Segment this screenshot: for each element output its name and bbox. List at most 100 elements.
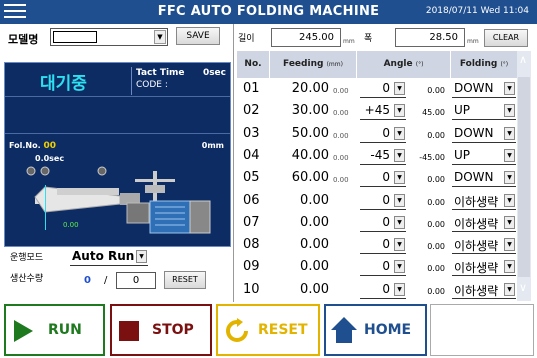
angle-select[interactable]: 0 ▼	[360, 214, 406, 232]
angle-value: 0	[382, 281, 390, 296]
feeding-value[interactable]: 20.00	[279, 81, 329, 96]
chevron-down-icon[interactable]: ▼	[504, 126, 515, 140]
chevron-down-icon[interactable]: ▼	[394, 238, 405, 252]
chevron-down-icon[interactable]: ▼	[394, 260, 405, 274]
home-button[interactable]: HOME	[324, 304, 427, 356]
divider	[5, 133, 230, 134]
chevron-down-icon[interactable]: ▼	[394, 82, 405, 95]
model-value	[53, 31, 97, 43]
count-target-input[interactable]: 0	[116, 272, 156, 289]
chevron-down-icon[interactable]: ▼	[394, 148, 405, 162]
folding-select[interactable]: UP ▼	[452, 147, 516, 165]
angle-sub-value: 0.00	[427, 197, 445, 207]
chevron-down-icon[interactable]: ▼	[504, 171, 515, 185]
table-row: 05 60.00 0.00 0 ▼ 0.00 DOWN ▼	[237, 167, 517, 190]
table-row: 02 30.00 0.00 +45 ▼ 45.00 UP ▼	[237, 100, 517, 123]
model-select[interactable]: ▼	[50, 28, 168, 46]
chevron-down-icon[interactable]: ▼	[394, 104, 405, 118]
folding-select[interactable]: DOWN ▼	[452, 125, 516, 143]
divider	[233, 24, 234, 302]
angle-sub-value: 0.00	[427, 242, 445, 252]
tact-time-value: 0sec	[202, 68, 226, 78]
folding-select[interactable]: 이하생략 ▼	[452, 214, 516, 232]
chevron-down-icon[interactable]: ▼	[154, 30, 166, 44]
feeding-value[interactable]: 0.00	[279, 282, 329, 297]
angle-select[interactable]: 0 ▼	[360, 192, 406, 210]
angle-sub-value: 45.00	[422, 108, 445, 118]
folding-value: DOWN	[454, 170, 494, 185]
angle-select[interactable]: 0 ▼	[360, 281, 406, 299]
table-row: 06 0.00 0 ▼ 0.00 이하생략 ▼	[237, 190, 517, 213]
chevron-down-icon[interactable]: ▼	[394, 193, 405, 207]
angle-select[interactable]: +45 ▼	[360, 102, 406, 121]
model-label: 모델명	[8, 33, 39, 46]
feeding-value[interactable]: 60.00	[279, 170, 329, 185]
stop-button[interactable]: STOP	[110, 304, 212, 356]
clear-button[interactable]: CLEAR	[484, 29, 528, 47]
folding-select[interactable]: 이하생략 ▼	[452, 281, 516, 299]
feeding-sub-value: 0.00	[333, 153, 349, 162]
chevron-down-icon[interactable]: ▼	[504, 193, 515, 207]
chevron-down-icon[interactable]: ▼	[136, 250, 147, 263]
mode-select[interactable]: Auto Run ▼	[70, 248, 148, 266]
table-row: 07 0.00 0 ▼ 0.00 이하생략 ▼	[237, 212, 517, 235]
chevron-down-icon[interactable]: ▼	[394, 215, 405, 229]
count-reset-button[interactable]: RESET	[164, 271, 206, 289]
feeding-value[interactable]: 0.00	[279, 237, 329, 252]
row-number: 02	[243, 103, 260, 119]
chevron-down-icon[interactable]: ▼	[504, 260, 515, 274]
width-input[interactable]: 28.50	[395, 28, 465, 47]
fold-number-value: 00	[43, 141, 56, 151]
angle-select[interactable]: 0 ▼	[360, 125, 406, 143]
angle-select[interactable]: 0 ▼	[360, 236, 406, 255]
feeding-sub-value: 0.00	[333, 131, 349, 140]
count-separator: /	[104, 275, 108, 286]
feeding-value[interactable]: 0.00	[279, 215, 329, 230]
chevron-down-icon[interactable]: ▼	[504, 238, 515, 252]
folding-select[interactable]: UP ▼	[452, 102, 516, 121]
scrollbar-track[interactable]	[518, 77, 530, 277]
angle-sub-value: -45.00	[419, 152, 445, 162]
length-unit: mm	[343, 38, 355, 45]
length-input[interactable]: 245.00	[271, 28, 341, 47]
folding-select[interactable]: DOWN ▼	[452, 169, 516, 188]
save-button[interactable]: SAVE	[176, 27, 220, 45]
folding-select[interactable]: 이하생략 ▼	[452, 192, 516, 210]
chevron-up-icon[interactable]: ∧	[519, 53, 527, 66]
folding-select[interactable]: DOWN ▼	[452, 80, 516, 98]
angle-select[interactable]: -45 ▼	[360, 147, 406, 165]
chevron-down-icon[interactable]: ▼	[394, 171, 405, 185]
feeding-value[interactable]: 30.00	[279, 103, 329, 118]
table-row: 10 0.00 0 ▼ 0.00 이하생략 ▼	[237, 279, 517, 302]
folding-select[interactable]: 이하생략 ▼	[452, 258, 516, 277]
chevron-down-icon[interactable]: ∨	[519, 281, 527, 294]
feeding-value[interactable]: 0.00	[279, 193, 329, 208]
angle-select[interactable]: 0 ▼	[360, 169, 406, 188]
folding-value: DOWN	[454, 125, 494, 140]
chevron-down-icon[interactable]: ▼	[394, 282, 405, 296]
feeding-value[interactable]: 50.00	[279, 126, 329, 141]
table-scrollbar[interactable]: ∧ ∨	[517, 51, 531, 301]
reset-button[interactable]: RESET	[216, 304, 320, 356]
count-label: 생산수량	[10, 274, 44, 284]
angle-value: 0	[382, 192, 390, 207]
chevron-down-icon[interactable]: ▼	[504, 104, 515, 118]
chevron-down-icon[interactable]: ▼	[394, 126, 405, 140]
length-label: 길이	[238, 34, 255, 44]
feeding-sub-value: 0.00	[333, 176, 349, 185]
angle-select[interactable]: 0 ▼	[360, 80, 406, 98]
table-row: 04 40.00 0.00 -45 ▼ -45.00 UP ▼	[237, 145, 517, 168]
run-button[interactable]: RUN	[4, 304, 105, 356]
angle-value: 0	[382, 259, 390, 274]
angle-value: -45	[370, 147, 390, 162]
chevron-down-icon[interactable]: ▼	[504, 215, 515, 229]
folding-value: 이하생략	[454, 216, 499, 231]
chevron-down-icon[interactable]: ▼	[504, 82, 515, 95]
chevron-down-icon[interactable]: ▼	[504, 282, 515, 296]
angle-select[interactable]: 0 ▼	[360, 258, 406, 277]
feeding-value[interactable]: 40.00	[279, 148, 329, 163]
folding-select[interactable]: 이하생략 ▼	[452, 236, 516, 255]
feeding-value[interactable]: 0.00	[279, 259, 329, 274]
chevron-down-icon[interactable]: ▼	[504, 148, 515, 162]
table-row: 03 50.00 0.00 0 ▼ 0.00 DOWN ▼	[237, 123, 517, 146]
